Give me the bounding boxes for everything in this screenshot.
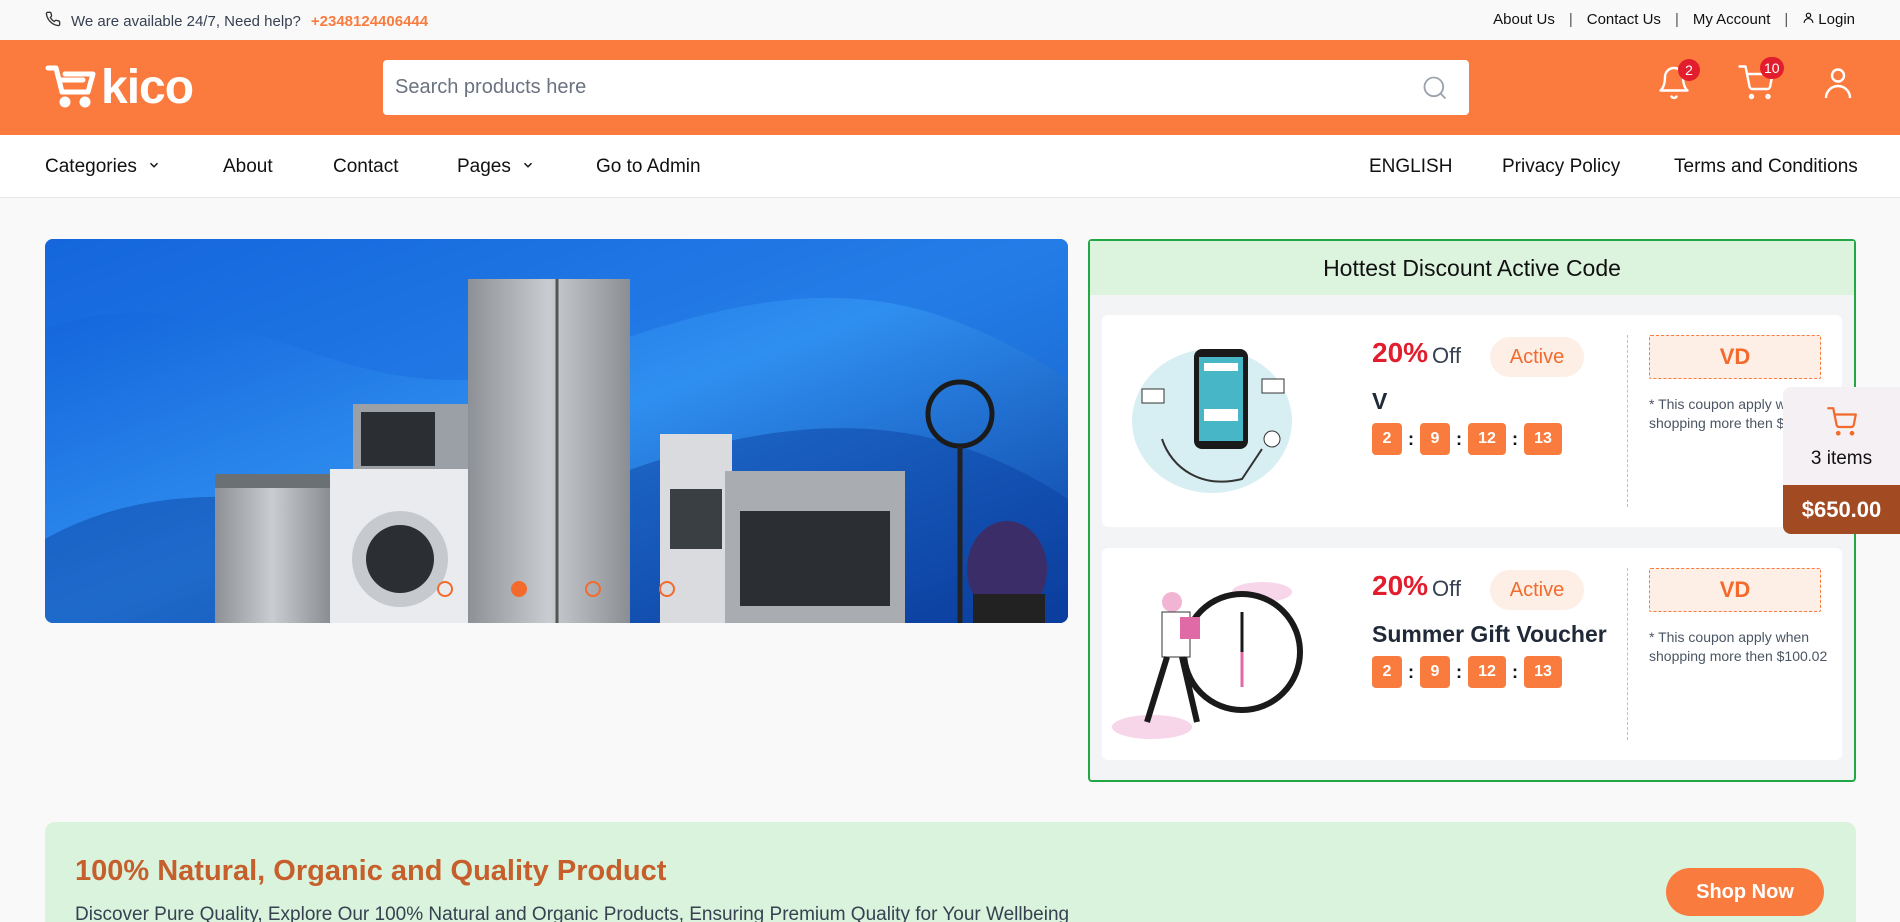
support-info: We are available 24/7, Need help? +23481… — [45, 11, 428, 31]
cart-icon — [1826, 407, 1857, 441]
search-input[interactable] — [383, 60, 1383, 115]
search-bar — [383, 60, 1469, 115]
discount-panel: Hottest Discount Active Code 20% Off Act… — [1088, 239, 1856, 782]
timer-seconds: 13 — [1524, 423, 1562, 455]
hero-slider[interactable] — [45, 239, 1068, 623]
cart-icon — [1738, 65, 1774, 105]
floating-cart-summary: 3 items — [1783, 387, 1900, 485]
top-links: About Us | Contact Us | My Account | Log… — [1493, 11, 1855, 28]
language-selector[interactable]: ENGLISH — [1369, 156, 1452, 178]
divider: | — [1568, 11, 1573, 28]
login-label: Login — [1818, 11, 1855, 28]
slider-dot[interactable] — [437, 581, 453, 597]
coupon-note: * This coupon apply when shopping more t… — [1649, 629, 1828, 664]
cart-logo-icon — [45, 62, 97, 113]
chevron-down-icon — [521, 156, 535, 178]
dashed-divider — [1627, 568, 1628, 740]
timer-hours: 9 — [1420, 423, 1450, 455]
coupon-code[interactable]: VD — [1649, 568, 1821, 612]
coupon-code[interactable]: VD — [1649, 335, 1821, 379]
promo-subtitle: Discover Pure Quality, Explore Our 100% … — [75, 904, 1070, 922]
chevron-down-icon — [147, 156, 161, 178]
shop-now-button[interactable]: Shop Now — [1666, 868, 1824, 916]
nav-privacy-policy[interactable]: Privacy Policy — [1502, 156, 1620, 178]
account-button[interactable] — [1820, 65, 1860, 105]
notifications-badge: 2 — [1678, 59, 1700, 81]
support-phone-link[interactable]: +2348124406444 — [311, 13, 428, 30]
main-header: kico 2 10 — [0, 40, 1900, 135]
cart-item-count: 3 items — [1810, 448, 1873, 469]
slider-dot-active[interactable] — [511, 581, 527, 597]
dashed-divider — [1627, 335, 1628, 507]
cart-total: $650.00 — [1783, 485, 1900, 534]
availability-text: We are available 24/7, Need help? — [71, 12, 301, 30]
timer-hours: 9 — [1420, 656, 1450, 688]
my-account-link[interactable]: My Account — [1693, 11, 1771, 28]
nav-pages-label: Pages — [457, 156, 511, 177]
phone-icon — [45, 11, 61, 31]
top-bar: We are available 24/7, Need help? +23481… — [0, 0, 1900, 40]
discount-off-label: Off — [1432, 576, 1461, 601]
discount-heading: Hottest Discount Active Code — [1090, 241, 1854, 295]
divider: | — [1784, 11, 1789, 28]
notifications-button[interactable]: 2 — [1656, 59, 1700, 105]
coupon-title: Summer Gift Voucher — [1372, 621, 1607, 647]
user-icon — [1802, 11, 1815, 28]
payment-illustration — [1132, 349, 1292, 493]
logo[interactable]: kico — [45, 60, 194, 114]
promo-title: 100% Natural, Organic and Quality Produc… — [75, 855, 667, 887]
slider-dots — [437, 581, 675, 597]
floating-cart[interactable]: 3 items $650.00 — [1783, 387, 1900, 534]
timer-seconds: 13 — [1524, 656, 1562, 688]
nav-go-to-admin[interactable]: Go to Admin — [596, 156, 701, 178]
contact-us-link[interactable]: Contact Us — [1587, 11, 1661, 28]
countdown-timer: 2 : 9 : 12 : 13 — [1372, 423, 1562, 455]
nav-categories-label: Categories — [45, 156, 137, 177]
search-icon[interactable] — [1421, 74, 1449, 107]
timer-days: 2 — [1372, 656, 1402, 688]
status-badge: Active — [1490, 570, 1584, 610]
countdown-timer: 2 : 9 : 12 : 13 — [1372, 656, 1562, 688]
cart-button[interactable]: 10 — [1738, 57, 1784, 105]
nav-about[interactable]: About — [223, 156, 273, 178]
timer-minutes: 12 — [1468, 423, 1506, 455]
timer-minutes: 12 — [1468, 656, 1506, 688]
coupon-title: V — [1372, 388, 1388, 414]
nav-contact[interactable]: Contact — [333, 156, 398, 178]
coupon-card: 20% Off Active V 2 : 9 : 12 : 13 VD * Th… — [1102, 315, 1842, 527]
user-icon — [1820, 68, 1856, 105]
bell-icon — [1656, 66, 1692, 105]
status-badge: Active — [1490, 337, 1584, 377]
main-nav: Categories About Contact Pages Go to Adm… — [0, 135, 1900, 198]
coupon-card: 20% Off Active Summer Gift Voucher 2 : 9… — [1102, 548, 1842, 760]
brand-name: kico — [101, 60, 194, 114]
cart-badge: 10 — [1760, 57, 1784, 79]
divider: | — [1674, 11, 1679, 28]
appliances-image — [45, 239, 1068, 623]
nav-terms[interactable]: Terms and Conditions — [1674, 156, 1858, 178]
slider-dot[interactable] — [659, 581, 675, 597]
discount-off-label: Off — [1432, 343, 1461, 368]
nav-pages[interactable]: Pages — [457, 156, 535, 178]
promo-banner: 100% Natural, Organic and Quality Produc… — [45, 822, 1856, 922]
login-link[interactable]: Login — [1802, 11, 1855, 28]
discount-percent: 20% — [1372, 570, 1429, 601]
discount-percent: 20% — [1372, 337, 1429, 368]
delivery-illustration — [1112, 582, 1303, 739]
slider-dot[interactable] — [585, 581, 601, 597]
about-us-link[interactable]: About Us — [1493, 11, 1555, 28]
nav-categories[interactable]: Categories — [45, 156, 161, 178]
timer-days: 2 — [1372, 423, 1402, 455]
